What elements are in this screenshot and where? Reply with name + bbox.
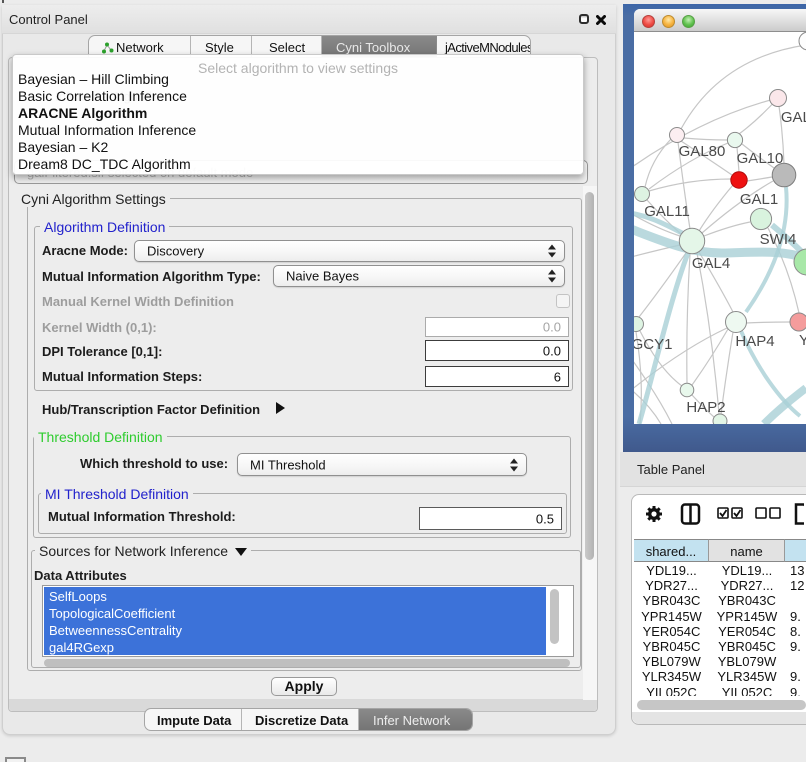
svg-text:GAL10: GAL10 (737, 150, 784, 167)
svg-text:GCY1: GCY1 (634, 336, 672, 353)
svg-text:HAP4: HAP4 (735, 333, 774, 350)
svg-text:Y: Y (799, 332, 806, 349)
svg-text:GAL1: GAL1 (740, 191, 778, 208)
svg-text:HAP2: HAP2 (686, 399, 725, 416)
svg-text:GAL11: GAL11 (644, 203, 690, 220)
svg-text:SWI4: SWI4 (760, 231, 797, 248)
svg-text:GAL2: GAL2 (781, 109, 806, 126)
svg-text:GAL4: GAL4 (692, 255, 730, 272)
svg-text:GAL80: GAL80 (679, 143, 726, 160)
